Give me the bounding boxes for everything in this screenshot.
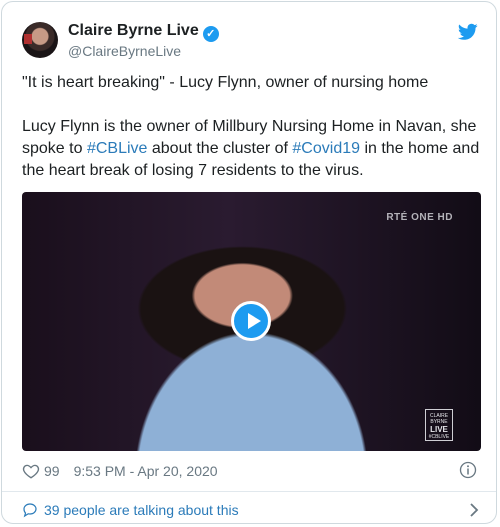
divider xyxy=(2,491,496,492)
show-logo-line4: #CBLIVE xyxy=(428,434,450,440)
author-name[interactable]: Claire Byrne Live ✓ xyxy=(68,22,219,42)
show-logo-line3: LIVE xyxy=(430,425,448,434)
verified-badge-icon: ✓ xyxy=(202,26,219,42)
video-thumbnail[interactable]: RTÉ ONE HD CLAIRE BYRNE LIVE #CBLIVE xyxy=(22,192,481,451)
hashtag-covid19[interactable]: #Covid19 xyxy=(292,140,360,157)
speech-bubble-icon xyxy=(23,503,37,518)
author-avatar[interactable] xyxy=(22,22,58,58)
info-icon[interactable] xyxy=(459,461,477,479)
show-logo: CLAIRE BYRNE LIVE #CBLIVE xyxy=(425,409,453,441)
tweet-text: "It is heart breaking" - Lucy Flynn, own… xyxy=(22,72,482,182)
tweet-quote-line: "It is heart breaking" - Lucy Flynn, own… xyxy=(22,74,429,91)
author-name-text[interactable]: Claire Byrne Live xyxy=(68,22,199,39)
tweet-body-part2: about the cluster of xyxy=(147,140,293,157)
conversation-text[interactable]: 39 people are talking about this xyxy=(44,502,239,518)
channel-watermark: RTÉ ONE HD xyxy=(386,212,453,223)
tweet-actions: 99 9:53 PM - Apr 20, 2020 xyxy=(22,461,218,481)
play-icon[interactable] xyxy=(231,301,271,341)
heart-icon[interactable] xyxy=(22,462,40,480)
tweet-body: Lucy Flynn is the owner of Millbury Nurs… xyxy=(22,116,482,182)
chevron-right-icon xyxy=(470,503,479,517)
tweet-timestamp[interactable]: 9:53 PM - Apr 20, 2020 xyxy=(74,463,218,479)
conversation-link[interactable]: 39 people are talking about this xyxy=(22,500,480,520)
author-handle[interactable]: @ClaireByrneLive xyxy=(68,43,181,59)
twitter-bird-icon[interactable] xyxy=(458,23,478,41)
like-count[interactable]: 99 xyxy=(44,463,60,479)
hashtag-cblive[interactable]: #CBLive xyxy=(87,140,147,157)
tweet-card: Claire Byrne Live ✓ @ClaireByrneLive "It … xyxy=(1,1,497,524)
